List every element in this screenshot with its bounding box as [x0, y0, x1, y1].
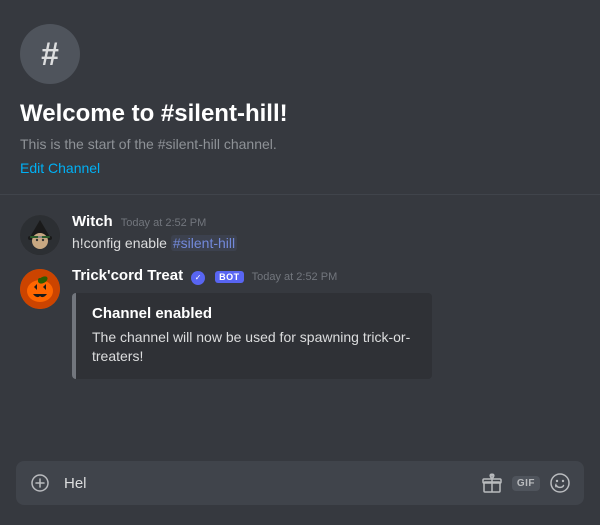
message-group: Trick'cord Treat ✓ BOT Today at 2:52 PM … — [0, 265, 600, 381]
username: Witch — [72, 213, 113, 230]
add-button[interactable] — [24, 467, 56, 499]
message-text: h!config enable #silent-hill — [72, 234, 584, 254]
embed-description: The channel will now be used for spawnin… — [92, 328, 416, 367]
message-group: Witch Today at 2:52 PM h!config enable #… — [0, 211, 600, 257]
gif-button[interactable]: GIF — [512, 476, 540, 491]
timestamp: Today at 2:52 PM — [252, 271, 338, 283]
message-input-wrapper: GIF — [16, 461, 584, 505]
username: Trick'cord Treat — [72, 267, 183, 284]
verified-badge: ✓ — [191, 271, 205, 285]
gift-button[interactable] — [476, 467, 508, 499]
main-content: # Welcome to #silent-hill! This is the s… — [0, 0, 600, 525]
message-input-area: GIF — [0, 461, 600, 525]
channel-welcome-desc: This is the start of the #silent-hill ch… — [20, 136, 584, 152]
input-right-icons: GIF — [476, 467, 576, 499]
channel-mention[interactable]: #silent-hill — [171, 235, 237, 251]
messages-area: Witch Today at 2:52 PM h!config enable #… — [0, 195, 600, 461]
edit-channel-link[interactable]: Edit Channel — [20, 160, 100, 176]
embed-title: Channel enabled — [92, 305, 416, 322]
avatar — [20, 215, 60, 255]
channel-welcome-title: Welcome to #silent-hill! — [20, 100, 584, 128]
channel-icon-large: # — [20, 24, 80, 84]
timestamp: Today at 2:52 PM — [121, 217, 207, 229]
message-header: Trick'cord Treat ✓ BOT Today at 2:52 PM — [72, 267, 584, 285]
embed-card: Channel enabled The channel will now be … — [72, 293, 432, 379]
message-input[interactable] — [56, 465, 476, 502]
message-content: Trick'cord Treat ✓ BOT Today at 2:52 PM … — [72, 267, 584, 379]
emoji-button[interactable] — [544, 467, 576, 499]
bot-badge: BOT — [215, 271, 244, 283]
avatar — [20, 269, 60, 309]
message-header: Witch Today at 2:52 PM — [72, 213, 584, 230]
message-content: Witch Today at 2:52 PM h!config enable #… — [72, 213, 584, 255]
channel-header: # Welcome to #silent-hill! This is the s… — [0, 0, 600, 195]
hash-symbol: # — [41, 36, 59, 73]
